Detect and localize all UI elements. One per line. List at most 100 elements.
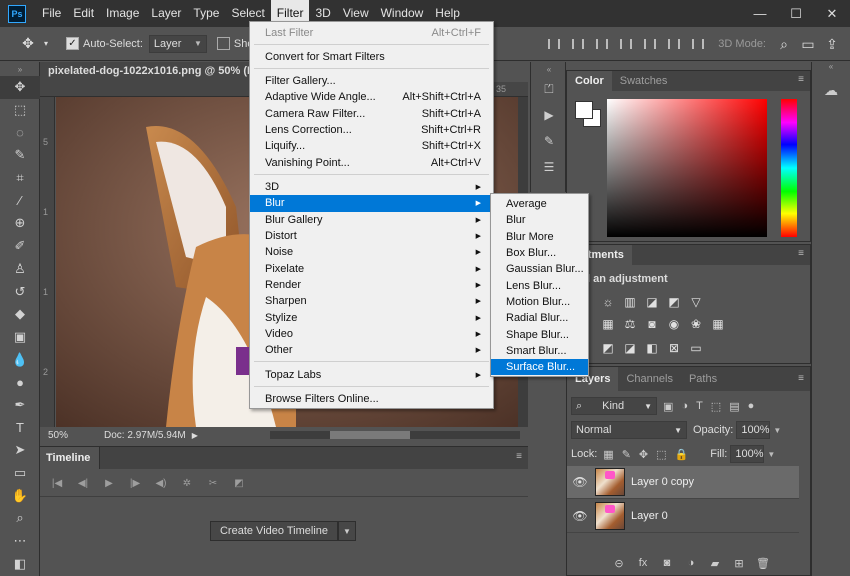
menu-item-motion-blur[interactable]: Motion Blur... [491,294,588,310]
creative-cloud-icon[interactable]: ☁ [812,82,850,99]
transition-icon[interactable]: ◩ [226,474,252,494]
levels-icon[interactable]: ▥ [619,291,641,313]
threshold-icon[interactable]: ◧ [641,337,663,359]
panel-menu-icon[interactable]: ≡ [798,248,804,259]
healing-brush-tool-icon[interactable]: ⊕ [0,212,40,235]
menu-item-topaz-labs[interactable]: Topaz Labs ▶ [250,367,493,383]
filter-shape-icon[interactable]: ⬚ [711,400,721,413]
tab-swatches[interactable]: Swatches [612,71,676,91]
menu-item-adaptive-wide-angle[interactable]: Adaptive Wide Angle... Alt+Shift+Ctrl+A [250,89,493,105]
menu-item-blur-more[interactable]: Blur More [491,229,588,245]
settings-gear-icon[interactable]: ✲ [174,474,200,494]
brush-tool-icon[interactable]: ✐ [0,235,40,258]
menu-item-3d[interactable]: 3D ▶ [250,179,493,195]
pen-tool-icon[interactable]: ✒ [0,394,40,417]
lock-transparent-icon[interactable]: ▦ [603,448,613,461]
group-folder-icon[interactable]: ▰ [703,553,727,573]
collapse-icon[interactable]: « [531,62,567,76]
align-bottom-icon[interactable] [591,36,613,52]
dodge-tool-icon[interactable]: ● [0,371,40,394]
menu-item-blur[interactable]: Blur [491,212,588,228]
menu-item-average[interactable]: Average [491,196,588,212]
exposure-icon[interactable]: ◩ [663,291,685,313]
path-select-tool-icon[interactable]: ➤ [0,439,40,462]
share-icon[interactable]: ⇪ [820,34,844,54]
menu-item-blur-gallery[interactable]: Blur Gallery ▶ [250,212,493,228]
prev-frame-icon[interactable]: ◀| [70,474,96,494]
menu-item-distort[interactable]: Distort ▶ [250,228,493,244]
lock-position-icon[interactable]: ✥ [639,448,648,461]
opacity-input[interactable]: 100% [736,421,771,439]
color-lookup-icon[interactable]: ▦ [707,313,729,335]
mask-icon[interactable]: ◙ [655,553,679,573]
menu-item-browse-filters-online[interactable]: Browse Filters Online... [250,391,493,407]
menu-item-other[interactable]: Other ▶ [250,342,493,358]
menu-item-lens-blur[interactable]: Lens Blur... [491,278,588,294]
tool-preset-caret-icon[interactable]: ▾ [40,34,52,54]
panel-menu-icon[interactable]: ≡ [798,373,804,384]
trash-icon[interactable]: 🗑 [751,553,775,573]
curves-icon[interactable]: ◪ [641,291,663,313]
menu-item-convert-smart-filters[interactable]: Convert for Smart Filters [250,49,493,65]
filter-smart-object-icon[interactable]: ▤ [729,400,739,413]
brightness-icon[interactable]: ☼ [597,291,619,313]
menu-layer[interactable]: Layer [145,0,187,27]
autoselect-checkbox[interactable]: ✓ [66,37,79,50]
hue-slider[interactable] [781,99,797,237]
fill-input[interactable]: 100% [730,445,765,463]
menu-item-smart-blur[interactable]: Smart Blur... [491,343,588,359]
filter-pixel-icon[interactable]: ▣ [663,400,673,413]
align-top-icon[interactable] [543,36,565,52]
maximize-button[interactable]: ☐ [778,0,814,27]
zoom-level[interactable]: 50% [48,430,68,441]
brush-settings-icon[interactable]: ✎ [531,128,567,154]
selective-color-icon[interactable]: ⊠ [663,337,685,359]
posterize-icon[interactable]: ◪ [619,337,641,359]
link-icon[interactable]: ⊝ [607,553,631,573]
search-icon[interactable]: ⌕ [772,34,796,54]
menu-item-gaussian-blur[interactable]: Gaussian Blur... [491,261,588,277]
clone-stamp-tool-icon[interactable]: ♙ [0,258,40,281]
menu-item-radial-blur[interactable]: Radial Blur... [491,310,588,326]
menu-item-lens-correction[interactable]: Lens Correction... Shift+Ctrl+R [250,122,493,138]
eraser-tool-icon[interactable]: ◆ [0,303,40,326]
menu-item-surface-blur[interactable]: Surface Blur... [491,359,588,376]
blend-mode-select[interactable]: Normal ▼ [571,421,687,439]
chevron-down-icon[interactable]: ▼ [767,450,775,459]
align-vcenter-icon[interactable] [567,36,589,52]
canvas-horizontal-scrollbar[interactable] [270,431,520,439]
align-right-icon[interactable] [663,36,685,52]
menu-item-filter-gallery[interactable]: Filter Gallery... [250,73,493,89]
panel-menu-icon[interactable]: ≡ [798,74,804,85]
menu-item-sharpen[interactable]: Sharpen ▶ [250,293,493,309]
menu-item-pixelate[interactable]: Pixelate ▶ [250,261,493,277]
layer-row[interactable]: 👁 Layer 0 copy [567,466,799,499]
menu-item-shape-blur[interactable]: Shape Blur... [491,326,588,342]
gradient-tool-icon[interactable]: ▣ [0,326,40,349]
menu-item-box-blur[interactable]: Box Blur... [491,245,588,261]
menu-item-blur[interactable]: Blur ▶ [250,195,493,212]
layer-filter-kind-select[interactable]: ⌕ Kind ▼ [571,397,657,415]
menu-type[interactable]: Type [187,0,225,27]
hand-tool-icon[interactable]: ✋ [0,484,40,507]
new-layer-icon[interactable]: ⊞ [727,553,751,573]
foreground-color-swatch[interactable] [575,101,593,119]
filter-toggle-icon[interactable]: ● [748,400,755,412]
move-tool-icon[interactable]: ✥ [16,34,40,54]
menu-item-liquify[interactable]: Liquify... Shift+Ctrl+X [250,138,493,154]
split-scissors-icon[interactable]: ✂ [200,474,226,494]
fx-icon[interactable]: fx [631,553,655,573]
eyedropper-tool-icon[interactable]: ⁄ [0,189,40,212]
blur-tool-icon[interactable]: 💧 [0,348,40,371]
close-button[interactable]: ✕ [814,0,850,27]
tab-paths[interactable]: Paths [681,367,725,387]
lock-pixels-icon[interactable]: ✎ [622,448,631,461]
audio-icon[interactable]: ◀) [148,474,174,494]
quick-select-tool-icon[interactable]: ✎ [0,144,40,167]
menu-item-camera-raw[interactable]: Camera Raw Filter... Shift+Ctrl+A [250,106,493,122]
layer-name[interactable]: Layer 0 [631,510,668,522]
fg-bg-swatch[interactable] [573,99,603,129]
lock-all-icon[interactable]: 🔒 [675,448,689,461]
properties-icon[interactable]: ☰ [531,154,567,180]
create-video-timeline-button[interactable]: Create Video Timeline [210,521,338,541]
